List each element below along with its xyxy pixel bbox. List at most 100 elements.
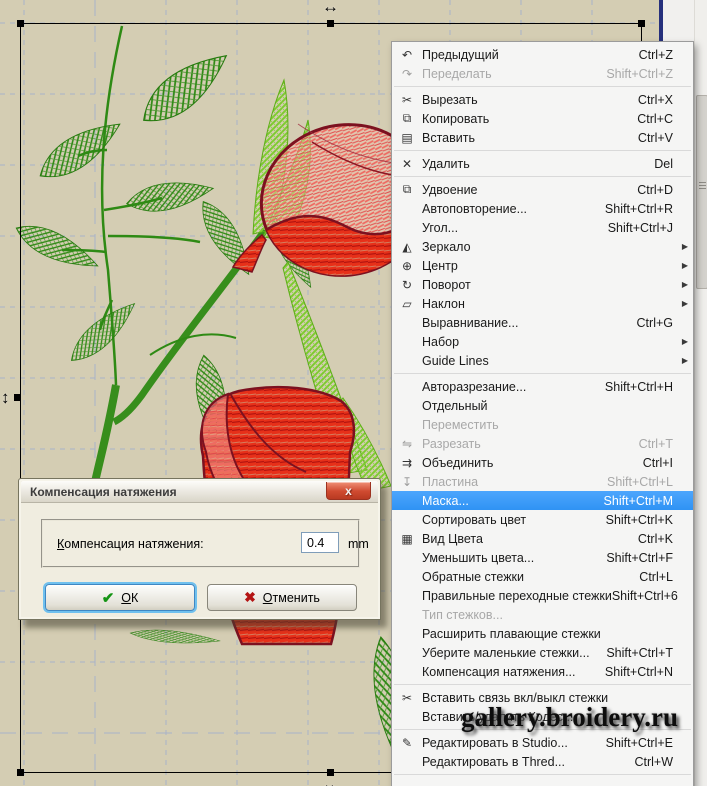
menu-item-зеркало[interactable]: ◭ Зеркало ▶: [392, 237, 693, 256]
menu-item-label: Переместить: [422, 417, 499, 432]
menu-item-label: Удалить: [422, 156, 470, 171]
undo-icon: ↶: [401, 47, 413, 62]
cancel-x-icon: ✖: [244, 589, 256, 605]
menu-item-label: Отдельный: [422, 398, 488, 413]
menu-item-label: Авторазрезание...: [422, 379, 527, 394]
edit-studio-icon: ✎: [401, 735, 413, 750]
selection-handle[interactable]: [638, 20, 645, 27]
check-icon: ✔: [101, 589, 115, 607]
menu-item-guide-lines[interactable]: Guide Lines ▶: [392, 351, 693, 370]
selection-handle[interactable]: [327, 20, 334, 27]
cancel-button[interactable]: ✖ Отменить: [207, 584, 357, 611]
link-stitches-icon: ✂: [401, 690, 413, 705]
menu-item-вид-цвета[interactable]: ▦ Вид Цвета Ctrl+K: [392, 529, 693, 548]
selection-handle[interactable]: [17, 769, 24, 776]
menu-item-label: Разрезать: [422, 436, 481, 451]
menu-item-редактировать-в-studio[interactable]: ✎ Редактировать в Studio... Shift+Ctrl+E: [392, 733, 693, 752]
menu-item-уменьшить-цвета[interactable]: Уменьшить цвета... Shift+Ctrl+F: [392, 548, 693, 567]
menu-item-label: Центр: [422, 258, 458, 273]
menu-item-вырезать[interactable]: ✂ Вырезать Ctrl+X: [392, 90, 693, 109]
menu-item-label: Пластина: [422, 474, 479, 489]
close-button[interactable]: x: [326, 482, 371, 500]
embroidery-editor-window: { "colors": { "canvas_bg": "#d4cdb3", "g…: [0, 0, 707, 786]
menu-item-label: Набор: [422, 334, 460, 349]
menu-item-label: Переделать: [422, 66, 492, 81]
menu-item-label: Вид Цвета: [422, 531, 483, 546]
menu-item-label: Удвоение: [422, 182, 478, 197]
menu-item-shortcut: Shift+Ctrl+T: [606, 645, 673, 660]
menu-item-центр[interactable]: ⊕ Центр ▶: [392, 256, 693, 275]
tension-fieldset: Компенсация натяжения: mm: [41, 519, 369, 568]
submenu-arrow-icon: ▶: [681, 356, 688, 365]
menu-item-объединить[interactable]: ⇉ Объединить Ctrl+I: [392, 453, 693, 472]
menu-item-shortcut: Shift+Ctrl+6: [611, 588, 678, 603]
menu-item-label: Редактировать в Studio...: [422, 735, 568, 750]
menu-item-shortcut: Ctrl+Z: [638, 47, 673, 62]
menu-separator: [394, 774, 691, 775]
dialog-title: Компенсация натяжения: [30, 484, 177, 499]
menu-item-маска[interactable]: Маска... Shift+Ctrl+M: [392, 491, 693, 510]
menu-item-переместить: Переместить: [392, 415, 693, 434]
menu-item-тип-стежков: Тип стежков...: [392, 605, 693, 624]
menu-item-наклон[interactable]: ▱ Наклон ▶: [392, 294, 693, 313]
v-resize-cursor-icon: ↕: [1, 388, 10, 407]
h-resize-cursor-icon: ↔: [322, 0, 339, 16]
selection-handle[interactable]: [17, 20, 24, 27]
ok-button[interactable]: ✔ ОК: [45, 584, 195, 611]
menu-item-уберите-маленькие-стежки[interactable]: Уберите маленькие стежки... Shift+Ctrl+T: [392, 643, 693, 662]
menu-item-shortcut: Shift+Ctrl+H: [604, 379, 673, 394]
menu-item-label: Зеркало: [422, 239, 471, 254]
menu-item-копировать[interactable]: ⧉ Копировать Ctrl+C: [392, 109, 693, 128]
menu-item-label: Сортировать цвет: [422, 512, 527, 527]
menu-item-shortcut: Shift+Ctrl+E: [605, 735, 673, 750]
menu-item-shortcut: Ctrl+T: [638, 436, 673, 451]
menu-item-shortcut: Shift+Ctrl+Z: [606, 66, 673, 81]
submenu-arrow-icon: ▶: [681, 280, 688, 289]
menu-item-сортировать-цвет[interactable]: Сортировать цвет Shift+Ctrl+K: [392, 510, 693, 529]
menu-item-label: Выравнивание...: [422, 315, 519, 330]
menu-item-предыдущий[interactable]: ↶ Предыдущий Ctrl+Z: [392, 45, 693, 64]
menu-item-label: Обратные стежки: [422, 569, 525, 584]
submenu-arrow-icon: ▶: [681, 261, 688, 270]
menu-separator: [394, 373, 691, 374]
selection-handle[interactable]: [14, 394, 21, 401]
menu-item-редактировать-в-thred[interactable]: Редактировать в Thred... Ctrl+W: [392, 752, 693, 771]
menu-item-вставить[interactable]: ▤ Вставить Ctrl+V: [392, 128, 693, 147]
tension-input[interactable]: [301, 532, 339, 553]
close-icon: x: [345, 483, 352, 498]
menu-item-автоповторение[interactable]: Автоповторение... Shift+Ctrl+R: [392, 199, 693, 218]
menu-item-поворот[interactable]: ↻ Поворот ▶: [392, 275, 693, 294]
menu-item-обратные-стежки[interactable]: Обратные стежки Ctrl+L: [392, 567, 693, 586]
menu-item-компенсация-натяжения[interactable]: Компенсация натяжения... Shift+Ctrl+N: [392, 662, 693, 681]
menu-item-shortcut: Ctrl+D: [637, 182, 673, 197]
context-menu: ↶ Предыдущий Ctrl+Z ↷ Переделать Shift+Ctrl+Z…: [391, 41, 694, 786]
menu-item-авторазрезание[interactable]: Авторазрезание... Shift+Ctrl+H: [392, 377, 693, 396]
menu-item-label: Вставить: [422, 130, 475, 145]
duplicate-icon: ⧉: [402, 182, 412, 196]
menu-item-отдельный[interactable]: Отдельный: [392, 396, 693, 415]
center-icon: ⊕: [401, 258, 413, 273]
scrollbar-thumb[interactable]: [696, 95, 707, 289]
dialog-titlebar[interactable]: Компенсация натяжения x: [21, 481, 378, 503]
menu-item-shortcut: Shift+Ctrl+L: [606, 474, 673, 489]
menu-item-выравнивание[interactable]: Выравнивание... Ctrl+G: [392, 313, 693, 332]
vertical-scrollbar[interactable]: [694, 0, 707, 786]
menu-item-shortcut: Ctrl+V: [637, 130, 673, 145]
menu-item-shortcut: Ctrl+I: [642, 455, 673, 470]
delete-icon: ✕: [401, 156, 413, 171]
menu-separator: [394, 176, 691, 177]
menu-item-shortcut: Shift+Ctrl+J: [607, 220, 673, 235]
menu-item-удалить[interactable]: ✕ Удалить Del: [392, 154, 693, 173]
join-icon: ⇉: [401, 455, 413, 470]
menu-item-расширить-плавающие-стежки[interactable]: Расширить плавающие стежки: [392, 624, 693, 643]
menu-item-label: Guide Lines: [422, 353, 489, 368]
menu-item-правильные-переходные-стежки[interactable]: Правильные переходные стежки Shift+Ctrl+6: [392, 586, 693, 605]
menu-item-shortcut: Ctrl+W: [634, 754, 673, 769]
menu-item-разрезать: ⇋ Разрезать Ctrl+T: [392, 434, 693, 453]
menu-item-удвоение[interactable]: ⧉ Удвоение Ctrl+D: [392, 180, 693, 199]
menu-item-набор[interactable]: Набор ▶: [392, 332, 693, 351]
watermark: gallery.broidery.ru: [461, 702, 678, 732]
menu-item-угол[interactable]: Угол... Shift+Ctrl+J: [392, 218, 693, 237]
menu-item-label: Уменьшить цвета...: [422, 550, 535, 565]
submenu-arrow-icon: ▶: [681, 242, 688, 251]
